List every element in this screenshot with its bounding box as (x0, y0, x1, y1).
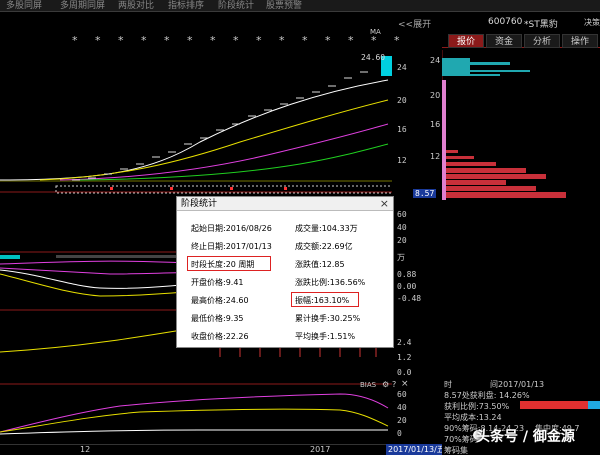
chip-axis-tick: 20 (430, 91, 441, 100)
dialog-close-icon[interactable]: × (380, 197, 389, 210)
toolbar-sort[interactable]: 指标排序 (168, 0, 204, 11)
vol-unit: 万 (397, 253, 405, 262)
close-icon[interactable]: × (401, 379, 409, 389)
ind-axis-tick: 0.00 (397, 282, 417, 291)
dialog-change: 涨跌值:12.85 (295, 260, 345, 269)
vol-axis-tick: 20 (397, 236, 407, 245)
bias-axis-tick: 20 (397, 416, 407, 425)
amplitude-highlight (291, 292, 359, 307)
stock-name: *ST黑豹 (524, 20, 558, 30)
dialog-change-pct: 涨跌比例:136.56% (295, 278, 366, 287)
macd-axis-tick: 2.4 (397, 338, 412, 347)
top-toolbar: 多股同屏 多周期同屏 两股对比 指标排序 阶段统计 股票预警 (0, 0, 600, 12)
duration-highlight (187, 256, 271, 271)
stage-stats-dialog: 阶段统计 × 起始日期:2016/08/26 终止日期:2017/01/13 时… (176, 196, 394, 348)
time-axis: 12 2017 (0, 444, 392, 455)
dialog-start-date: 起始日期:2016/08/26 (191, 224, 272, 233)
info-avg-cost: 平均成本:13.24 (444, 413, 502, 422)
expand-button[interactable]: <<展开 (398, 17, 431, 30)
toolbar-alert[interactable]: 股票预警 (266, 0, 302, 11)
dialog-volume: 成交量:104.33万 (295, 224, 358, 233)
dialog-amount: 成交额:22.69亿 (295, 242, 353, 251)
info-time-label: 时 (444, 380, 452, 389)
dialog-title: 阶段统计 (177, 197, 393, 211)
chip-axis-tick: 16 (430, 120, 441, 129)
main-axis-tick: 24 (397, 63, 407, 72)
main-axis-tick: 12 (397, 156, 407, 165)
ind-axis-tick: -0.48 (397, 294, 422, 303)
info-time-value: 间2017/01/13 (490, 380, 545, 389)
help-icon[interactable]: ? (392, 380, 396, 389)
dialog-open-price: 开盘价格:9.41 (191, 278, 244, 287)
dialog-close-price: 收盘价格:22.26 (191, 332, 249, 341)
main-axis-tick: 20 (397, 96, 407, 105)
dialog-end-date: 终止日期:2017/01/13 (191, 242, 272, 251)
watermark: 头条号 / 御金源 (476, 429, 575, 445)
settings-icon[interactable]: ⚙ (382, 380, 389, 389)
main-axis-tick: 16 (397, 125, 407, 134)
ind-axis-tick: 0.88 (397, 270, 417, 279)
tab-fund[interactable]: 资金 (486, 34, 522, 48)
info-profit-ratio: 获利比例:73.50% (444, 402, 510, 411)
bias-indicator-label: BIAS (360, 381, 377, 389)
current-price-tag: 8.57 (413, 189, 437, 198)
signal-stars: * * * * * * * * * * * * * * * (72, 34, 400, 47)
tab-quote[interactable]: 报价 (448, 34, 484, 48)
stock-code: 600760 (488, 17, 523, 27)
vol-axis-tick: 40 (397, 223, 407, 232)
ma-label: MA (370, 28, 381, 36)
vol-axis-tick: 60 (397, 210, 407, 219)
macd-axis-tick: 0.0 (397, 368, 412, 377)
price-tag: 24.60 (361, 53, 386, 62)
chip-axis-tick: 24 (430, 56, 441, 65)
profit-ratio-bar (520, 401, 600, 409)
tab-analysis[interactable]: 分析 (524, 34, 560, 48)
toolbar-multi-stock[interactable]: 多股同屏 (6, 0, 42, 11)
macd-axis-tick: 1.2 (397, 353, 412, 362)
chip-distribution-chart (442, 50, 566, 200)
bias-axis-tick: 0 (397, 429, 402, 438)
dialog-turnover: 累计换手:30.25% (295, 314, 361, 323)
toolbar-stage-stats[interactable]: 阶段统计 (218, 0, 254, 11)
dialog-high-price: 最高价格:24.60 (191, 296, 249, 305)
bias-axis-tick: 40 (397, 403, 407, 412)
dialog-avg-turnover: 平均换手:1.51% (295, 332, 356, 341)
decision-button[interactable]: 决策 (584, 17, 600, 28)
info-profit: 8.57处获利盘: 14.26% (444, 391, 530, 400)
toolbar-multi-period[interactable]: 多周期同屏 (60, 0, 105, 11)
time-axis-label: 2017 (310, 445, 331, 454)
toolbar-compare[interactable]: 两股对比 (118, 0, 154, 11)
right-tabs: 报价 资金 分析 操作 (442, 34, 600, 48)
tab-operation[interactable]: 操作 (562, 34, 598, 48)
time-axis-label: 12 (80, 445, 91, 454)
bias-axis-tick: 60 (397, 390, 407, 399)
chip-axis-tick: 12 (430, 152, 441, 161)
info-chip-70b: 筹码集 (444, 446, 468, 455)
cursor-date: 2017/01/13/五 (386, 444, 447, 455)
dialog-low-price: 最低价格:9.35 (191, 314, 244, 323)
